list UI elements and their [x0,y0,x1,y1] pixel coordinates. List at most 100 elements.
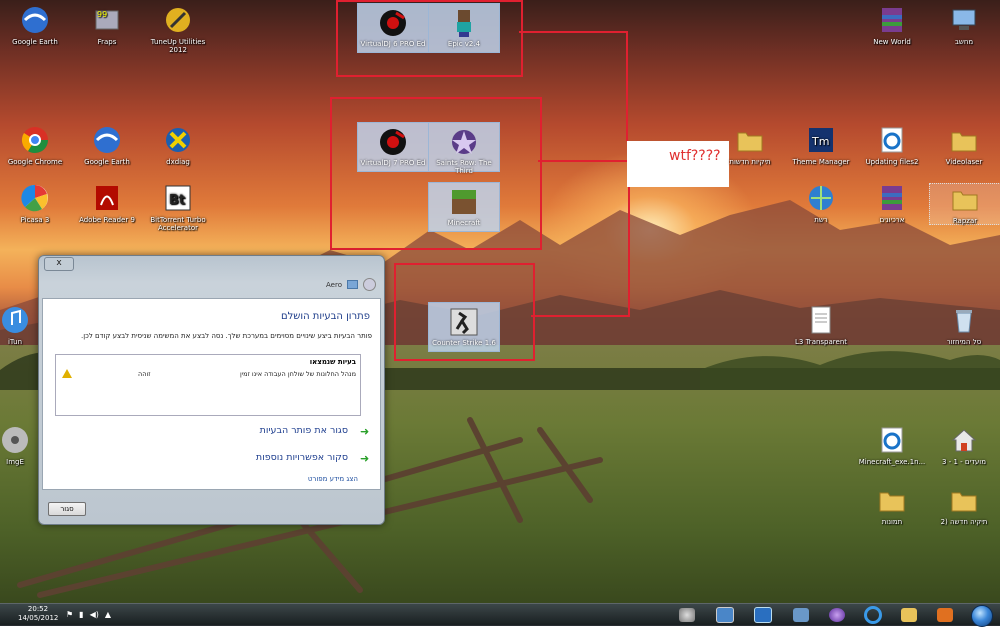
svg-text:Bt: Bt [169,193,185,208]
annotation-line [531,315,630,317]
desktop-icon-chrome[interactable]: Google Chrome [0,125,70,166]
theme-manager-icon: Tm [806,125,836,155]
network-icon [793,608,809,622]
desktop-icon-network[interactable]: רשת [786,183,856,224]
recycle-bin-icon [949,305,979,335]
desktop-icon-dxdiag[interactable]: dxdiag [143,125,213,166]
issues-found-panel: בעיות שנמצאו מנהל החלונות של שולחן העבוד… [55,354,361,416]
internet-explorer-icon [864,606,882,624]
annotation-line [628,187,630,315]
dialog-footer: סגור [39,492,384,524]
flag-icon[interactable]: ⚑ [66,610,73,619]
svg-text:Tm: Tm [811,135,829,148]
taskbar-internet-explorer[interactable] [858,605,888,625]
action-explore-options[interactable]: סקור אפשרויות נוספות ➜ [43,452,380,466]
desktop-icon-computer[interactable]: מחשב [929,5,999,46]
desktop-icon-archives[interactable]: ארכיונים [857,183,927,224]
taskbar-control-panel[interactable] [710,605,740,625]
taskbar-desktop-window[interactable] [748,605,778,625]
folder-icon [901,608,917,622]
desktop-icon-bittorrent-accelerator[interactable]: Bt BitTorrent Turbo Accelerator [143,183,213,232]
taskbar-media-player[interactable] [822,605,852,625]
back-arrow-icon[interactable] [363,278,376,291]
desktop-icon-tuneup[interactable]: TuneUp Utilities 2012 [143,5,213,54]
taskbar-media-center[interactable] [930,605,960,625]
desktop-icon-minecraft-exe[interactable]: Minecraft_exe.1n... [857,425,927,466]
winrar-archive-icon [877,5,907,35]
dialog-content: פתרון הבעיות הושלם פותר הבעיות ביצע שינו… [42,298,381,490]
dialog-description: פותר הבעיות ביצע שינויים מסוימים במערכת … [81,332,372,340]
text-document-icon [806,305,836,335]
issues-header: בעיות שנמצאו [309,358,356,366]
action-label: סקור אפשרויות נוספות [255,452,348,463]
desktop-icon-rapzar[interactable]: Rapzar [929,183,1000,225]
issue-row[interactable]: מנהל החלונות של שולחן העבודה אינו זמין ז… [56,369,360,382]
annotation-line [519,31,627,33]
adobe-reader-icon [92,183,122,213]
folder-icon [949,485,979,515]
google-earth-icon [20,5,50,35]
desktop-icon-picasa[interactable]: Picasa 3 [0,183,70,224]
desktop-icon-google-earth[interactable]: Google Earth [0,5,70,46]
aero-label: Aero [326,280,342,289]
folder-icon [877,485,907,515]
show-hidden-icons-arrow[interactable]: ▲ [105,610,111,619]
desktop-icon-recycle-bin[interactable]: סל המיחזור [929,305,999,346]
network-signal-icon[interactable]: ▮ [79,610,83,619]
tuneup-icon [163,5,193,35]
desktop-icon-videolaser[interactable]: Videolaser [929,125,999,166]
desktop-icon-deadlines[interactable]: מועדים - 1 - 3 [929,425,999,466]
clock-time: 20:52 [27,605,49,613]
annotation-box-top [336,0,523,77]
media-center-icon [937,608,953,622]
close-button[interactable]: סגור [48,502,86,516]
folder-icon [949,125,979,155]
desktop-icon-new-folders[interactable]: תיקיות חדשות [715,125,785,166]
monitor-icon [754,607,772,623]
action-close-troubleshooter[interactable]: סגור את פותר הבעיות ➜ [43,425,380,439]
svg-text:99: 99 [97,10,107,19]
itunes-icon [0,305,30,335]
troubleshooter-icon [679,608,695,622]
clock-date: 14/05/2012 [18,614,59,622]
desktop-icon-l3-transparent[interactable]: L3 Transparent [786,305,856,346]
winrar-archive-icon [877,183,907,213]
issue-text: מנהל החלונות של שולחן העבודה אינו זמין [239,370,356,378]
desktop-icon-pictures[interactable]: תמונות [857,485,927,526]
desktop-icon-fraps[interactable]: 99 Fraps [72,5,142,46]
computer-icon [949,5,979,35]
fraps-icon: 99 [92,5,122,35]
control-panel-icon [716,607,734,623]
action-label: סגור את פותר הבעיות [259,425,348,436]
green-arrow-icon: ➜ [360,452,370,465]
clock[interactable]: 20:52 14/05/2012 [18,605,58,623]
start-button[interactable] [968,604,996,627]
internet-explorer-icon [877,125,907,155]
desktop-icon-new-world[interactable]: New World [857,5,927,46]
taskbar-explorer[interactable] [894,605,924,625]
home-shortcut-icon [949,425,979,455]
volume-icon[interactable]: ◀) [90,610,99,619]
desktop-icon-new-folder-2[interactable]: תיקיה חדשה (2 [929,485,999,526]
green-arrow-icon: ➜ [360,425,370,438]
dialog-toolbar: Aero [326,278,376,291]
dialog-close-button[interactable]: x [44,257,74,271]
annotation-box-bottom [394,263,535,361]
annotation-line [626,31,628,141]
desktop-icon-theme-manager[interactable]: Tm Theme Manager [786,125,856,166]
desktop-icon-adobe-reader[interactable]: Adobe Reader 9 [72,183,142,224]
google-earth-icon [92,125,122,155]
internet-explorer-icon [877,425,907,455]
network-icon [806,183,836,213]
tray-icons: ⚑ ▮ ◀) ▲ [66,610,111,619]
dialog-title: פתרון הבעיות הושלם [280,311,370,322]
callout-text: wtf???? [669,148,721,164]
desktop-icon-updating-files[interactable]: Updating files2 [857,125,927,166]
annotation-line [538,160,628,162]
taskbar-network[interactable] [786,605,816,625]
desktop-icon-google-earth-2[interactable]: Google Earth [72,125,142,166]
detailed-info-link[interactable]: הצג מידע מפורט [308,475,358,483]
annotation-callout: wtf???? [627,141,729,187]
annotation-box-middle [330,97,542,250]
taskbar-troubleshooter[interactable] [672,605,702,625]
